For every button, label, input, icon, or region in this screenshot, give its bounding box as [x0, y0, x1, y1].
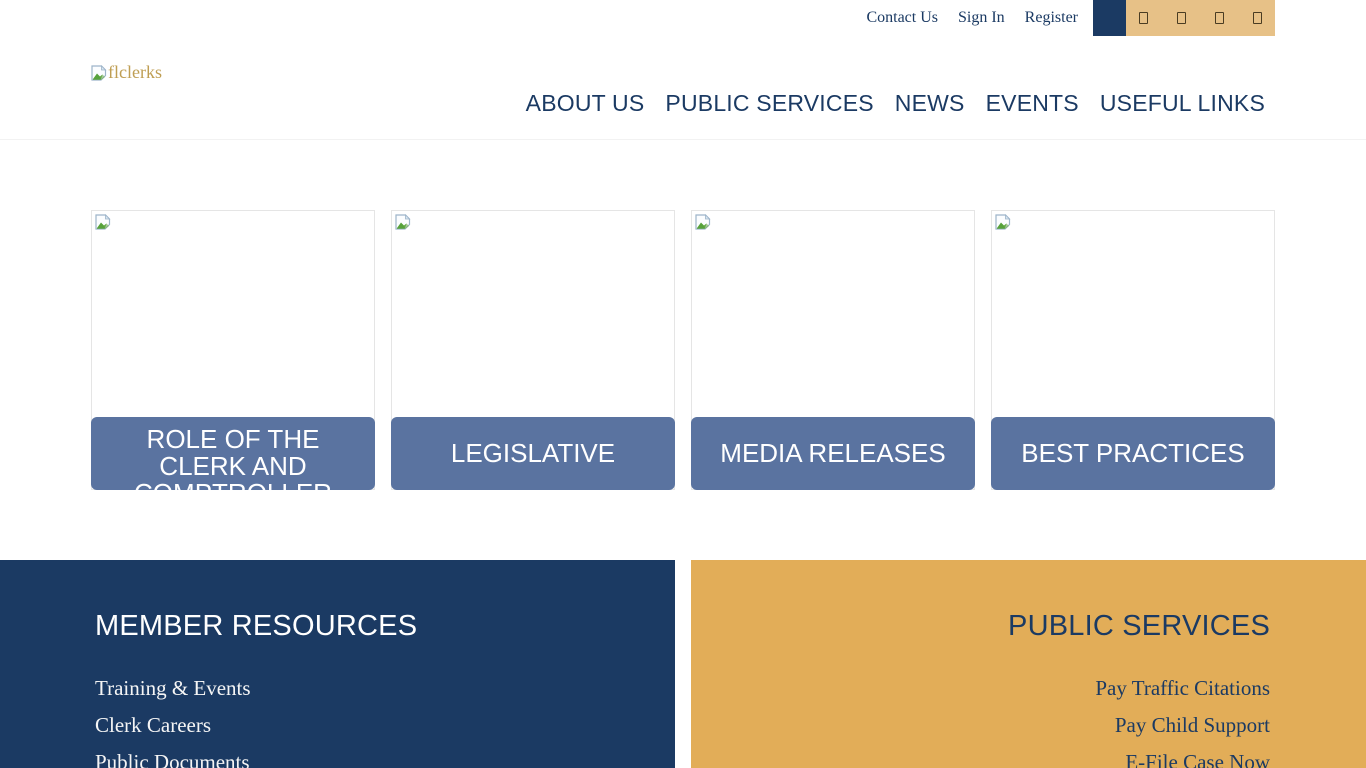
search-button[interactable]: [1093, 0, 1126, 36]
social-icon-2[interactable]: [1177, 12, 1186, 24]
link-efile-case-now[interactable]: E-File Case Now: [731, 744, 1270, 768]
nav-events[interactable]: EVENTS: [986, 90, 1079, 117]
top-utility-bar: Contact Us Sign In Register: [0, 0, 1366, 36]
link-pay-child-support[interactable]: Pay Child Support: [731, 707, 1270, 744]
link-training-events[interactable]: Training & Events: [95, 670, 635, 707]
social-icon-3[interactable]: [1215, 12, 1224, 24]
member-resources-panel: MEMBER RESOURCES Training & Events Clerk…: [0, 560, 675, 768]
member-resources-title: MEMBER RESOURCES: [95, 610, 635, 643]
card-title: LEGISLATIVE: [451, 440, 615, 467]
feature-cards: ROLE OF THE CLERK AND COMPTROLLER LEGISL…: [91, 210, 1275, 490]
nav-public-services[interactable]: PUBLIC SERVICES: [665, 90, 873, 117]
site-header: flclerks ABOUT US PUBLIC SERVICES NEWS E…: [0, 36, 1366, 140]
card-media-releases[interactable]: MEDIA RELEASES: [691, 210, 975, 490]
card-title-banner: BEST PRACTICES: [991, 417, 1275, 490]
broken-image-icon: [91, 65, 107, 81]
card-title: ROLE OF THE CLERK AND COMPTROLLER: [103, 426, 363, 490]
sign-in-link[interactable]: Sign In: [958, 9, 1005, 27]
link-public-documents[interactable]: Public Documents: [95, 744, 635, 768]
broken-image-icon: [95, 214, 111, 230]
main-nav: ABOUT US PUBLIC SERVICES NEWS EVENTS USE…: [526, 90, 1265, 117]
social-icon-4[interactable]: [1253, 12, 1262, 24]
nav-about-us[interactable]: ABOUT US: [526, 90, 645, 117]
card-best-practices[interactable]: BEST PRACTICES: [991, 210, 1275, 490]
link-clerk-careers[interactable]: Clerk Careers: [95, 707, 635, 744]
card-title-banner: LEGISLATIVE: [391, 417, 675, 490]
public-services-panel: PUBLIC SERVICES Pay Traffic Citations Pa…: [691, 560, 1366, 768]
nav-news[interactable]: NEWS: [895, 90, 965, 117]
contact-us-link[interactable]: Contact Us: [866, 9, 938, 27]
card-title: MEDIA RELEASES: [720, 440, 945, 467]
nav-useful-links[interactable]: USEFUL LINKS: [1100, 90, 1265, 117]
register-link[interactable]: Register: [1025, 9, 1078, 27]
card-legislative[interactable]: LEGISLATIVE: [391, 210, 675, 490]
link-pay-traffic-citations[interactable]: Pay Traffic Citations: [731, 670, 1270, 707]
bottom-panels: MEMBER RESOURCES Training & Events Clerk…: [0, 560, 1366, 768]
card-title-banner: MEDIA RELEASES: [691, 417, 975, 490]
card-role-of-the-clerk[interactable]: ROLE OF THE CLERK AND COMPTROLLER: [91, 210, 375, 490]
broken-image-icon: [995, 214, 1011, 230]
topbar-links: Contact Us Sign In Register: [866, 0, 1078, 36]
site-logo[interactable]: flclerks: [91, 62, 162, 83]
broken-image-icon: [395, 214, 411, 230]
card-title-banner: ROLE OF THE CLERK AND COMPTROLLER: [91, 417, 375, 490]
public-services-links: Pay Traffic Citations Pay Child Support …: [731, 670, 1270, 768]
broken-image-icon: [695, 214, 711, 230]
member-resources-links: Training & Events Clerk Careers Public D…: [95, 670, 635, 768]
public-services-title: PUBLIC SERVICES: [731, 610, 1270, 643]
social-icon-1[interactable]: [1139, 12, 1148, 24]
social-icons-bar: [1126, 0, 1275, 36]
logo-text: flclerks: [108, 62, 162, 83]
card-title: BEST PRACTICES: [1021, 440, 1244, 467]
